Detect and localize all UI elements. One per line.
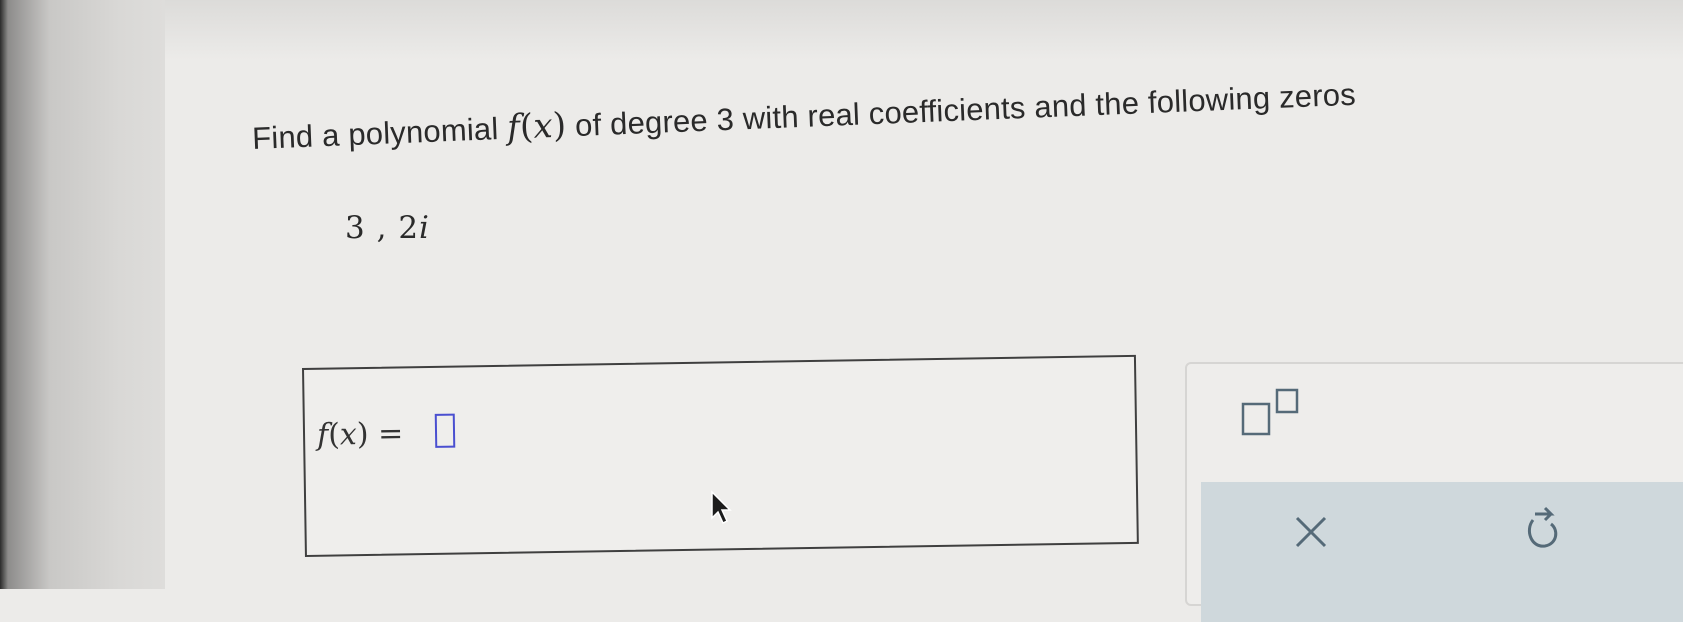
undo-icon: [1528, 506, 1558, 548]
close-icon: [1295, 516, 1327, 548]
math-toolbar: [1185, 362, 1683, 622]
zero-separator: ,: [376, 210, 388, 246]
zero-second: 2i: [398, 210, 430, 246]
mouse-pointer-icon: [711, 490, 732, 525]
question-suffix: of degree 3 with real coefficients and t…: [574, 76, 1357, 144]
question-text: Find a polynomial f(x) of degree 3 with …: [251, 74, 1357, 158]
exponent-button[interactable]: [1235, 386, 1315, 446]
question-page: Find a polynomial f(x) of degree 3 with …: [165, 0, 1683, 622]
answer-box: f(x) =: [302, 354, 1139, 557]
undo-button[interactable]: [1521, 506, 1565, 554]
clear-button[interactable]: [1289, 510, 1333, 554]
exponent-template-icon: [1241, 388, 1299, 436]
screen-bezel: [0, 0, 165, 589]
zero-first: 3: [345, 210, 366, 246]
question-function: f(x): [506, 105, 568, 148]
zeros-list: 3 , 2i: [345, 210, 430, 246]
question-prefix: Find a polynomial: [251, 111, 500, 157]
equals-sign: =: [377, 416, 404, 452]
answer-label: f(x) =: [316, 416, 404, 453]
answer-input[interactable]: [434, 413, 456, 448]
toolbar-action-bar: [1201, 482, 1683, 622]
